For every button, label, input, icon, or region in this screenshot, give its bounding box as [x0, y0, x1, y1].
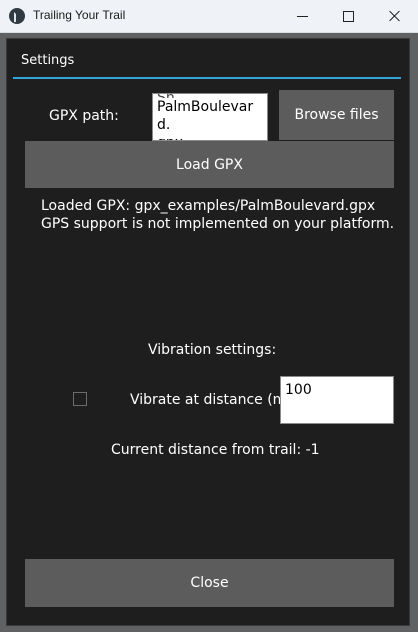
- loaded-gpx-status: Loaded GPX: gpx_examples/PalmBoulevard.g…: [41, 198, 376, 214]
- close-button[interactable]: Close: [25, 559, 394, 607]
- current-distance-label: Current distance from trail: -1: [111, 442, 320, 458]
- close-icon: [389, 10, 401, 22]
- vibrate-checkbox[interactable]: [73, 392, 87, 406]
- vibrate-distance-input[interactable]: 100: [280, 376, 394, 424]
- app-window: Trailing Your Trail Settings GPX path: S…: [0, 0, 418, 632]
- app-icon: [9, 8, 25, 24]
- popup-title: Settings: [21, 53, 75, 68]
- close-window-button[interactable]: [372, 0, 418, 32]
- gpx-path-label: GPX path:: [49, 108, 119, 124]
- minimize-icon: [296, 15, 308, 17]
- settings-popup: Settings GPX path: Sh PalmBoulevard. gpx…: [6, 38, 410, 626]
- gpx-path-value: PalmBoulevard. gpx: [157, 99, 254, 140]
- browse-files-button[interactable]: Browse files: [279, 90, 394, 140]
- maximize-button[interactable]: [325, 0, 371, 32]
- title-bar: Trailing Your Trail: [0, 0, 418, 33]
- vibrate-distance-label: Vibrate at distance (m): [130, 392, 292, 408]
- gpx-path-input[interactable]: Sh PalmBoulevard. gpx: [152, 93, 268, 141]
- title-separator: [13, 77, 401, 79]
- status-text: Loaded GPX: gpx_examples/PalmBoulevard.g…: [41, 197, 394, 233]
- gps-support-status: GPS support is not implemented on your p…: [41, 216, 395, 232]
- maximize-icon: [342, 10, 354, 22]
- minimize-button[interactable]: [279, 0, 325, 32]
- vibration-settings-heading: Vibration settings:: [148, 342, 277, 358]
- load-gpx-button[interactable]: Load GPX: [25, 141, 394, 188]
- window-title: Trailing Your Trail: [33, 8, 126, 22]
